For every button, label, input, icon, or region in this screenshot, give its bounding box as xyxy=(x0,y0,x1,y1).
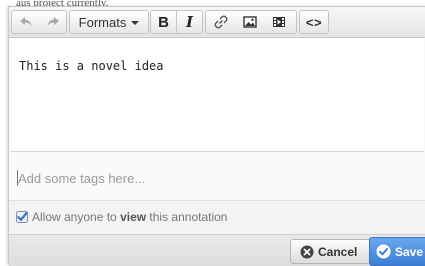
video-button[interactable] xyxy=(264,11,294,33)
undo-button[interactable] xyxy=(12,11,39,33)
bold-label: B xyxy=(158,13,169,31)
cancel-button[interactable]: Cancel xyxy=(290,239,372,264)
italic-button[interactable]: I xyxy=(177,11,202,33)
link-icon xyxy=(214,15,227,29)
editor-toolbar: Formats B I <> xyxy=(9,7,425,38)
bold-button[interactable]: B xyxy=(151,11,176,33)
history-group xyxy=(11,10,67,34)
redo-button[interactable] xyxy=(39,11,66,33)
editor-footer: Cancel Save xyxy=(9,234,425,266)
image-icon xyxy=(242,16,257,28)
code-group: <> xyxy=(299,10,329,34)
formats-dropdown[interactable]: Formats xyxy=(69,10,149,34)
video-icon xyxy=(273,17,285,27)
cancel-icon xyxy=(300,245,314,258)
save-button[interactable]: Save xyxy=(369,237,425,266)
source-code-button[interactable]: <> xyxy=(300,11,328,33)
save-label: Save xyxy=(395,244,424,259)
editor-content-area[interactable]: This is a novel idea xyxy=(10,38,424,152)
text-style-group: B I xyxy=(150,10,203,34)
italic-label: I xyxy=(185,13,194,31)
undo-icon xyxy=(19,17,31,27)
tags-placeholder: Add some tags here... xyxy=(18,171,146,186)
tags-field[interactable]: Add some tags here... xyxy=(9,152,425,201)
code-label: <> xyxy=(305,14,323,30)
permission-text-start: Allow anyone to xyxy=(32,210,121,224)
permission-text-strong: view xyxy=(120,210,147,224)
insert-group xyxy=(205,10,297,34)
formats-label: Formats xyxy=(78,14,127,30)
annotation-editor: Formats B I <> This is a novel idea Add … xyxy=(8,6,425,266)
permission-text-end: this annotation xyxy=(146,210,228,224)
chevron-down-icon xyxy=(131,21,140,25)
formats-button[interactable]: Formats xyxy=(70,11,148,33)
image-button[interactable] xyxy=(235,11,264,33)
link-button[interactable] xyxy=(206,11,235,33)
redo-icon xyxy=(47,17,59,27)
permission-checkbox[interactable] xyxy=(16,211,28,223)
check-icon xyxy=(376,244,391,259)
editor-content-text: This is a novel idea xyxy=(19,59,164,73)
permission-label: Allow anyone to view this annotation xyxy=(32,210,227,224)
cancel-label: Cancel xyxy=(318,244,358,259)
permission-row: Allow anyone to view this annotation xyxy=(9,201,425,234)
